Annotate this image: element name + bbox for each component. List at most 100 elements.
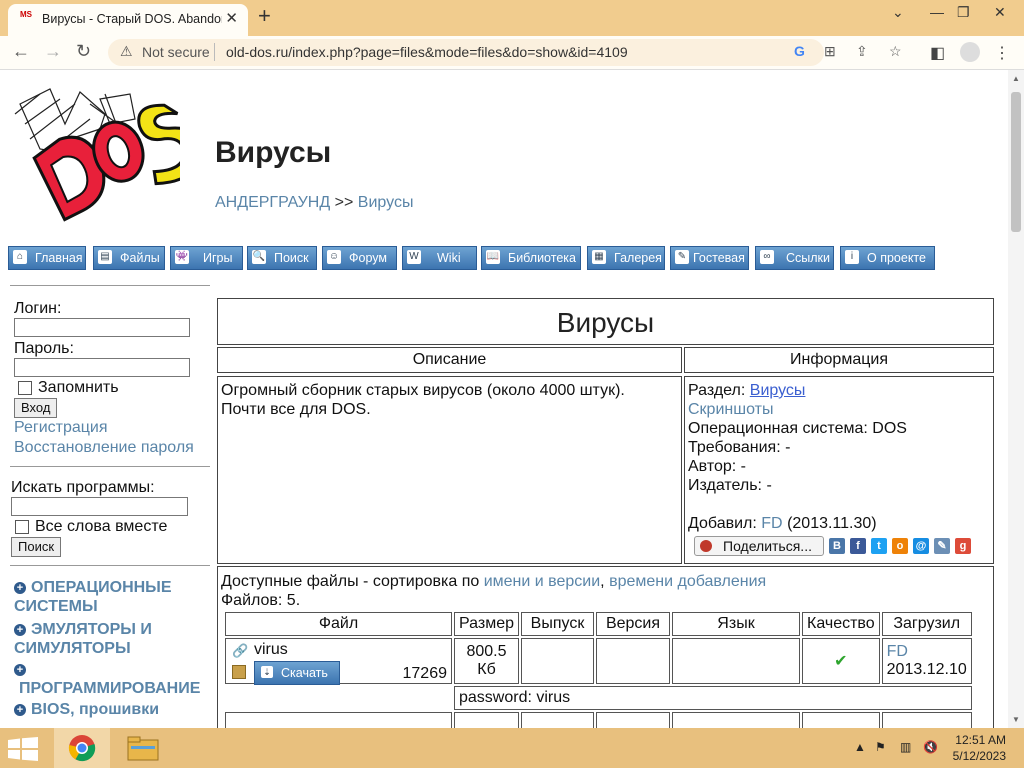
upload-date: 2013.12.10 — [886, 661, 967, 678]
vk-icon[interactable]: B — [829, 538, 845, 554]
menu-kebab-icon[interactable]: ⋮ — [994, 43, 1010, 63]
search-programs-input[interactable] — [11, 497, 188, 516]
url-text[interactable]: old-dos.ru/index.php?page=files&mode=fil… — [226, 44, 628, 60]
nav-library-button[interactable]: 📖 Библиотека — [481, 246, 581, 270]
nav-forum-button[interactable]: ☺ Форум — [322, 246, 397, 270]
google-plus-icon[interactable]: g — [955, 538, 971, 554]
uploader-link[interactable]: FD — [887, 643, 908, 660]
page-heading: Вирусы — [215, 136, 332, 169]
screenshots-link[interactable]: Скриншоты — [688, 400, 773, 419]
download-count: 17269 — [402, 665, 448, 682]
nav-games-button[interactable]: 👾 Игры — [170, 246, 243, 270]
sidebar-divider — [10, 466, 210, 467]
nav-about-button[interactable]: i О проекте — [840, 246, 935, 270]
files-sort-prefix: Доступные файлы - сортировка по — [221, 573, 480, 590]
browser-tab[interactable]: MS Вирусы - Старый DOS. Abandonware ✕ — [8, 4, 248, 36]
share-icon[interactable]: ⇪ — [856, 43, 868, 60]
ms-dos-logo[interactable] — [10, 84, 180, 242]
chrome-taskbar-button[interactable] — [54, 728, 110, 768]
files-sort-row: Доступные файлы - сортировка по имени и … — [221, 572, 766, 591]
minimize-icon[interactable]: — — [930, 4, 944, 20]
login-input[interactable] — [14, 318, 190, 337]
expand-plus-icon[interactable]: + — [14, 624, 26, 636]
sort-by-name-link[interactable]: имени и версии — [484, 573, 600, 590]
translate-icon[interactable]: ⊞ — [824, 43, 836, 60]
scroll-up-icon[interactable]: ▲ — [1012, 74, 1020, 83]
livejournal-icon[interactable]: ✎ — [934, 538, 950, 554]
windows-start-icon[interactable] — [8, 737, 38, 761]
nav-label: Гостевая — [693, 251, 745, 265]
taskbar-clock[interactable]: 12:51 AM 5/12/2023 — [940, 732, 1006, 764]
reload-icon[interactable]: ↻ — [76, 41, 91, 62]
section-link[interactable]: Вирусы — [750, 382, 806, 399]
tray-chevron-icon[interactable]: ▲ — [854, 740, 866, 754]
not-secure-label[interactable]: Not secure — [142, 44, 210, 60]
omnibox[interactable]: ⚠ Not secure old-dos.ru/index.php?page=f… — [108, 39, 902, 66]
new-tab-icon[interactable]: + — [258, 3, 271, 29]
description-header: Описание — [217, 347, 682, 373]
description-line-2: Почти все для DOS. — [221, 401, 371, 418]
side-panel-icon[interactable]: ◧ — [930, 43, 945, 63]
file-size: 800.5 Кб — [454, 638, 519, 684]
category-label[interactable]: ЭМУЛЯТОРЫ И СИМУЛЯТОРЫ — [14, 621, 152, 657]
login-button[interactable]: Вход — [14, 398, 58, 418]
google-icon[interactable]: G — [794, 43, 805, 59]
odnoklassniki-icon[interactable]: o — [892, 538, 908, 554]
table-header-row: Файл Размер Выпуск Версия Язык Качество … — [225, 612, 972, 636]
nav-label: Поиск — [274, 251, 309, 265]
forward-icon[interactable]: → — [44, 41, 62, 62]
restore-icon[interactable]: ❐ — [957, 4, 970, 21]
main-title-box: Вирусы — [217, 298, 994, 345]
close-tab-icon[interactable]: ✕ — [225, 9, 238, 27]
nav-search-button[interactable]: 🔍 Поиск — [247, 246, 317, 270]
all-words-checkbox[interactable] — [15, 520, 29, 534]
expand-plus-icon[interactable]: + — [14, 704, 26, 716]
facebook-icon[interactable]: f — [850, 538, 866, 554]
nav-wiki-button[interactable]: W Wiki — [402, 246, 477, 270]
register-link[interactable]: Регистрация — [14, 419, 108, 437]
nav-home-button[interactable]: ⌂ Главная — [8, 246, 86, 270]
twitter-icon[interactable]: t — [871, 538, 887, 554]
added-user-link[interactable]: FD — [761, 515, 782, 532]
share-button[interactable]: Поделиться... — [694, 536, 824, 556]
vertical-scrollbar[interactable]: ▲ ▼ — [1008, 70, 1024, 728]
category-os[interactable]: + ОПЕРАЦИОННЫЕ СИСТЕМЫ — [14, 578, 204, 616]
nav-files-button[interactable]: ▤ Файлы — [93, 246, 165, 270]
expand-plus-icon[interactable]: + — [14, 582, 26, 594]
expand-plus-icon[interactable]: + — [14, 664, 26, 676]
breadcrumb-current-link[interactable]: Вирусы — [358, 194, 414, 211]
category-label[interactable]: ПРОГРАММИРОВАНИЕ — [19, 680, 200, 697]
category-bios[interactable]: + BIOS, прошивки — [14, 700, 204, 719]
profile-avatar[interactable] — [960, 42, 980, 62]
scrollbar-thumb[interactable] — [1011, 92, 1021, 232]
category-label[interactable]: BIOS, прошивки — [31, 701, 159, 718]
category-programming[interactable]: + ПРОГРАММИРОВАНИЕ — [14, 660, 210, 698]
category-emulators[interactable]: + ЭМУЛЯТОРЫ И СИМУЛЯТОРЫ — [14, 620, 204, 658]
search-button[interactable]: Поиск — [11, 537, 62, 557]
action-center-flag-icon[interactable]: ⚑ — [875, 740, 886, 754]
mailru-icon[interactable]: @ — [913, 538, 929, 554]
scroll-down-icon[interactable]: ▼ — [1012, 715, 1020, 724]
back-icon[interactable]: ← — [12, 41, 30, 62]
remember-checkbox[interactable] — [18, 381, 32, 395]
close-window-icon[interactable]: ✕ — [994, 4, 1006, 21]
sort-by-time-link[interactable]: времени добавления — [609, 573, 766, 590]
password-label: Пароль: — [14, 340, 74, 357]
restore-password-link[interactable]: Восстановление пароля — [14, 439, 194, 457]
download-button[interactable]: ⇣ Скачать — [254, 661, 340, 685]
volume-muted-icon[interactable]: 🔇 — [923, 740, 938, 754]
nav-label: Главная — [35, 251, 83, 265]
network-icon[interactable]: ▥ — [900, 740, 911, 754]
file-explorer-icon[interactable] — [127, 736, 159, 762]
nav-gallery-button[interactable]: ▦ Галерея — [587, 246, 665, 270]
nav-links-button[interactable]: ∞ Ссылки — [755, 246, 834, 270]
warning-icon[interactable]: ⚠ — [120, 43, 133, 60]
category-label[interactable]: ОПЕРАЦИОННЫЕ СИСТЕМЫ — [14, 579, 172, 615]
download-label: Скачать — [281, 666, 328, 680]
bookmark-star-icon[interactable]: ☆ — [889, 43, 902, 60]
share-label: Поделиться... — [723, 538, 812, 554]
tab-search-chevron-icon[interactable]: ⌄ — [892, 4, 904, 21]
nav-guestbook-button[interactable]: ✎ Гостевая — [670, 246, 749, 270]
breadcrumb-parent-link[interactable]: АНДЕРГРАУНД — [215, 194, 330, 211]
password-input[interactable] — [14, 358, 190, 377]
